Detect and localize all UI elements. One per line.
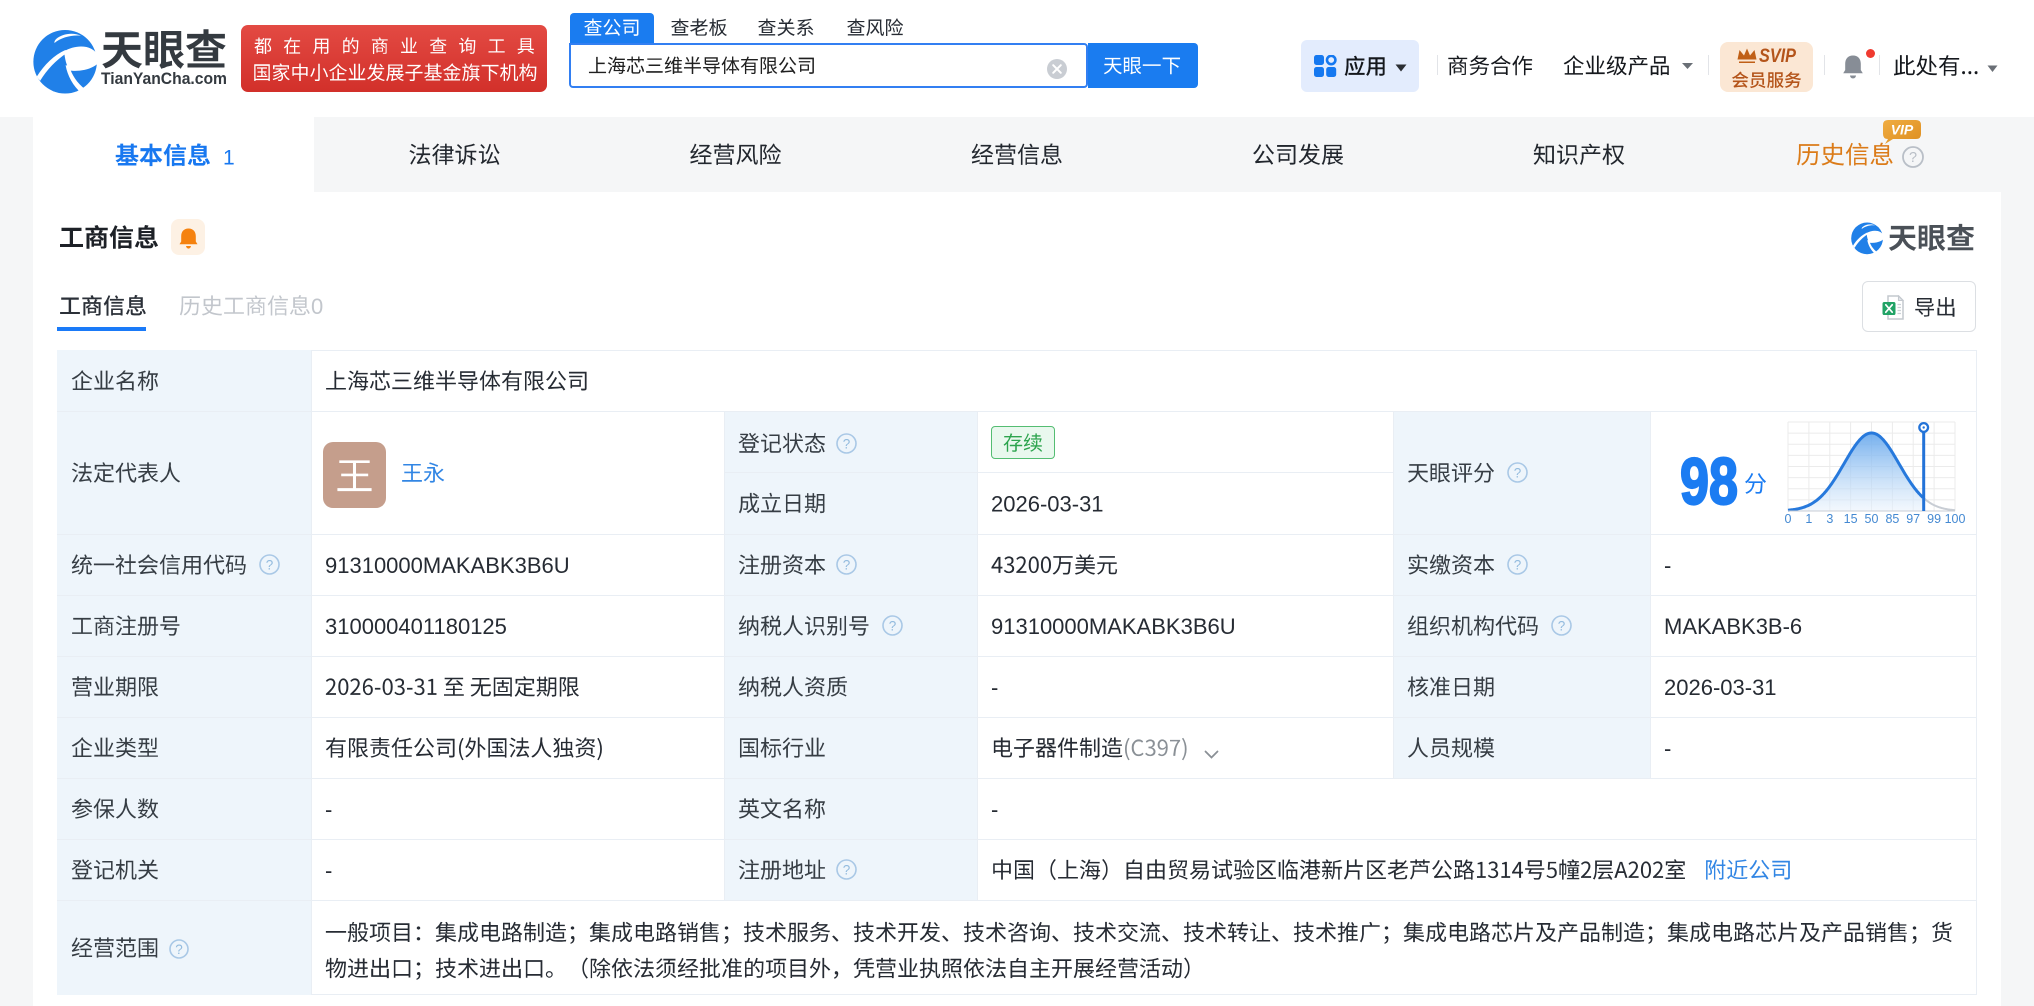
svg-text:85: 85 <box>1885 512 1899 526</box>
svg-text:?: ? <box>175 941 183 956</box>
svg-text:99: 99 <box>1927 512 1941 526</box>
svg-text:?: ? <box>842 557 850 572</box>
svg-text:3: 3 <box>1826 512 1833 526</box>
svg-text:?: ? <box>842 436 850 451</box>
svg-text:?: ? <box>1909 150 1917 166</box>
svg-text:50: 50 <box>1865 512 1879 526</box>
svg-text:?: ? <box>1513 557 1521 572</box>
svg-text:?: ? <box>888 618 896 633</box>
svg-text:?: ? <box>265 557 273 572</box>
svg-text:?: ? <box>1513 465 1521 480</box>
svg-text:0: 0 <box>1785 512 1792 526</box>
svg-text:VIP: VIP <box>1891 122 1914 138</box>
svg-text:?: ? <box>842 862 850 877</box>
svg-text:?: ? <box>1557 618 1565 633</box>
svg-text:1: 1 <box>1805 512 1812 526</box>
svg-text:100: 100 <box>1945 512 1966 526</box>
svg-text:15: 15 <box>1844 512 1858 526</box>
svg-text:97: 97 <box>1906 512 1920 526</box>
